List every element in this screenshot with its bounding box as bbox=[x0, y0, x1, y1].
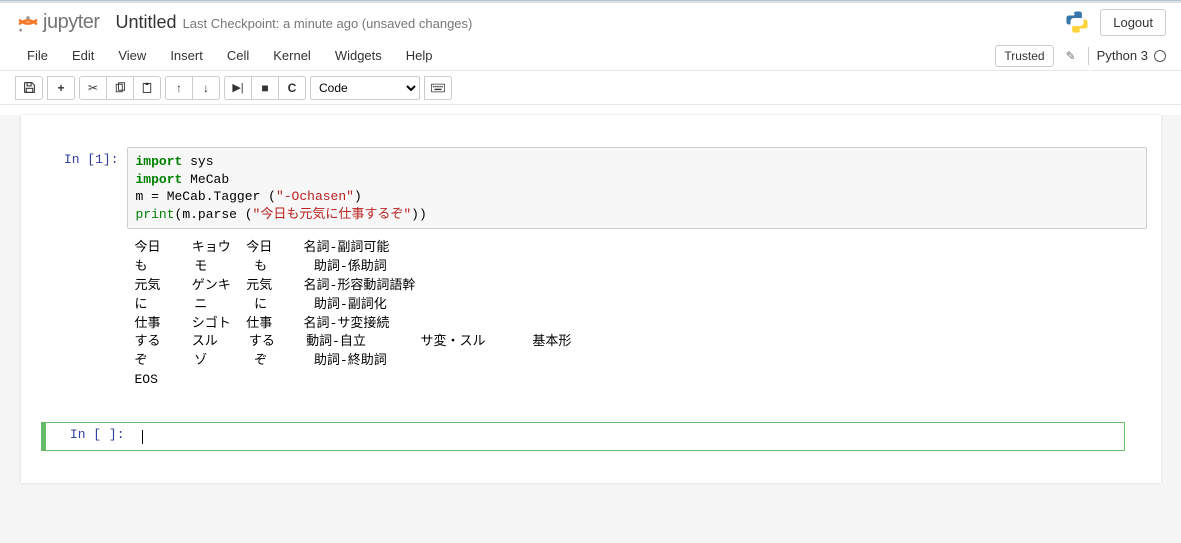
copy-icon bbox=[114, 82, 126, 94]
menubar-divider bbox=[1088, 47, 1089, 65]
cut-button[interactable]: ✂ bbox=[79, 76, 107, 100]
cell-input-area[interactable]: import sys import MeCab m = MeCab.Tagger… bbox=[127, 147, 1147, 229]
cell-gap bbox=[21, 398, 1161, 420]
cell-input-area[interactable] bbox=[133, 422, 1119, 452]
code-cell-2[interactable]: In [ ]: bbox=[35, 422, 1147, 452]
output-prompt-spacer bbox=[35, 233, 127, 396]
run-button[interactable]: ▶| bbox=[224, 76, 252, 100]
menu-edit[interactable]: Edit bbox=[60, 44, 106, 67]
notebook-title[interactable]: Untitled bbox=[116, 12, 177, 33]
paste-icon bbox=[141, 82, 153, 94]
jupyter-planet-icon bbox=[15, 9, 41, 35]
pencil-icon[interactable]: ✎ bbox=[1062, 49, 1080, 63]
code-cell-1-output-row: 今日 キョウ 今日 名詞-副詞可能 も モ も 助詞-係助詞 元気 ゲンキ 元気… bbox=[21, 231, 1161, 398]
code-cell-1[interactable]: In [1]: import sys import MeCab m = MeCa… bbox=[21, 145, 1161, 231]
menubar-right: Trusted ✎ Python 3 bbox=[995, 45, 1166, 67]
toolbar: + ✂ ↑ ↓ ▶| ■ C Code bbox=[0, 71, 1181, 105]
kernel-name-text: Python 3 bbox=[1097, 48, 1148, 63]
kernel-idle-icon bbox=[1154, 50, 1166, 62]
header-bar: jupyter Untitled Last Checkpoint: a minu… bbox=[0, 3, 1181, 41]
code-cell-2-wrapper: In [ ]: bbox=[21, 420, 1161, 454]
logout-button[interactable]: Logout bbox=[1100, 9, 1166, 36]
trusted-badge[interactable]: Trusted bbox=[995, 45, 1053, 67]
jupyter-logo[interactable]: jupyter bbox=[15, 9, 100, 35]
menu-file[interactable]: File bbox=[15, 44, 60, 67]
header-right: Logout bbox=[1064, 9, 1166, 36]
notebook-title-wrap: Untitled Last Checkpoint: a minute ago (… bbox=[116, 12, 473, 33]
notebook-container: In [1]: import sys import MeCab m = MeCa… bbox=[21, 115, 1161, 483]
cell-prompt: In [1]: bbox=[35, 147, 127, 229]
arrow-up-icon: ↑ bbox=[176, 81, 182, 95]
paste-button[interactable] bbox=[133, 76, 161, 100]
cell-output: 今日 キョウ 今日 名詞-副詞可能 も モ も 助詞-係助詞 元気 ゲンキ 元気… bbox=[127, 233, 1147, 396]
selected-cell-marker bbox=[41, 422, 46, 452]
add-cell-button[interactable]: + bbox=[47, 76, 75, 100]
cell-prompt: In [ ]: bbox=[41, 422, 133, 452]
move-down-button[interactable]: ↓ bbox=[192, 76, 220, 100]
text-cursor-icon bbox=[142, 430, 143, 444]
menu-widgets[interactable]: Widgets bbox=[323, 44, 394, 67]
menu-help[interactable]: Help bbox=[394, 44, 445, 67]
plus-icon: + bbox=[57, 81, 64, 95]
checkpoint-status: Last Checkpoint: a minute ago (unsaved c… bbox=[183, 16, 473, 31]
keyboard-icon bbox=[431, 83, 445, 93]
arrow-down-icon: ↓ bbox=[203, 81, 209, 95]
interrupt-button[interactable]: ■ bbox=[251, 76, 279, 100]
save-button[interactable] bbox=[15, 76, 43, 100]
save-icon bbox=[23, 81, 36, 94]
menu-kernel[interactable]: Kernel bbox=[261, 44, 323, 67]
cut-icon: ✂ bbox=[88, 81, 98, 95]
command-palette-button[interactable] bbox=[424, 76, 452, 100]
menu-cell[interactable]: Cell bbox=[215, 44, 261, 67]
menu-insert[interactable]: Insert bbox=[158, 44, 215, 67]
page-background: In [1]: import sys import MeCab m = MeCa… bbox=[0, 115, 1181, 543]
restart-icon: C bbox=[288, 81, 297, 95]
cell-type-select[interactable]: Code bbox=[310, 76, 420, 100]
run-step-icon: ▶| bbox=[232, 81, 243, 94]
copy-button[interactable] bbox=[106, 76, 134, 100]
menu-bar: File Edit View Insert Cell Kernel Widget… bbox=[0, 41, 1181, 71]
move-up-button[interactable]: ↑ bbox=[165, 76, 193, 100]
jupyter-logo-text: jupyter bbox=[43, 11, 100, 34]
restart-button[interactable]: C bbox=[278, 76, 306, 100]
kernel-name-label[interactable]: Python 3 bbox=[1097, 48, 1166, 63]
python-logo-icon bbox=[1064, 9, 1090, 35]
stop-icon: ■ bbox=[261, 81, 268, 95]
menu-view[interactable]: View bbox=[106, 44, 158, 67]
